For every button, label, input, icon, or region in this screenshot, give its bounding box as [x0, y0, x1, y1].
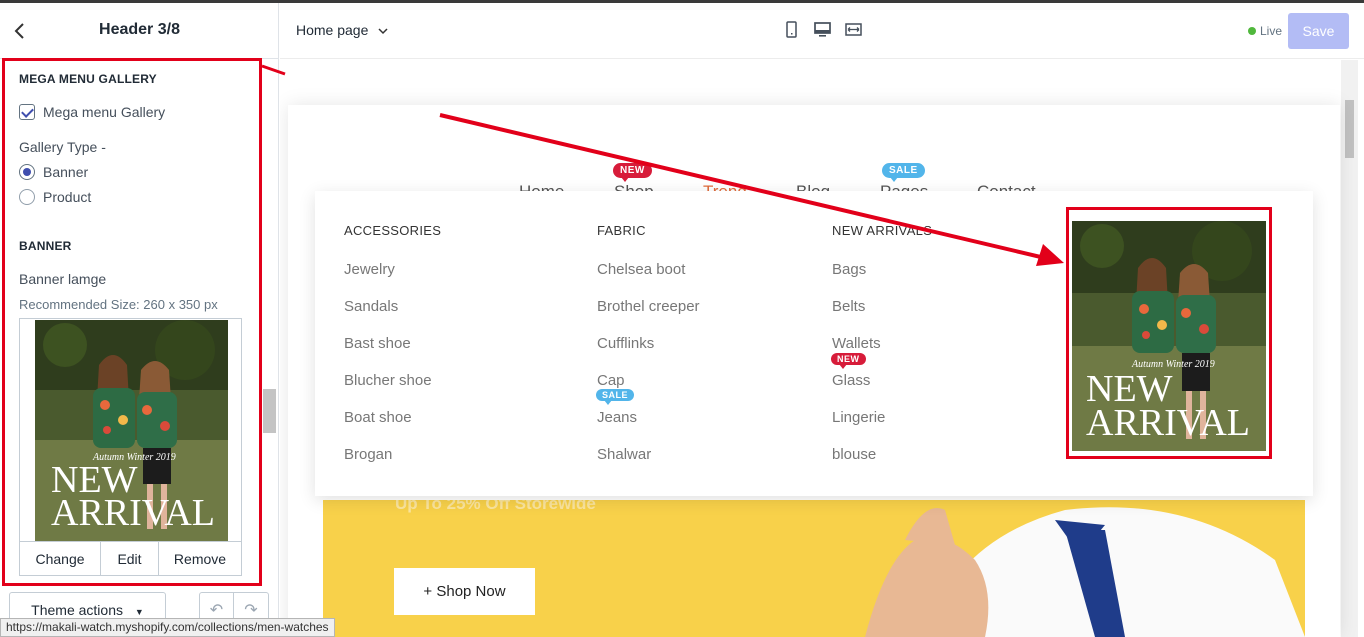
menu-link[interactable]: Jeans	[597, 409, 637, 426]
editor-topbar: Home page Live Save	[280, 3, 1364, 59]
menu-link[interactable]: Brothel creeper	[597, 298, 700, 315]
sidebar-scrollbar[interactable]	[263, 389, 276, 433]
live-dot-icon	[1248, 27, 1256, 35]
nav-badge-sale: SALE	[882, 163, 925, 182]
menu-link[interactable]: Glass	[832, 372, 870, 389]
fullwidth-icon[interactable]	[845, 21, 862, 38]
page-select[interactable]: Home page	[296, 22, 388, 38]
menu-link[interactable]: Bast shoe	[344, 335, 411, 352]
shop-now-button[interactable]: + Shop Now	[394, 568, 535, 615]
preview-scroll-thumb[interactable]	[1345, 100, 1354, 158]
menu-link[interactable]: blouse	[832, 446, 876, 463]
save-button[interactable]: Save	[1288, 13, 1349, 49]
nav-badge-new: NEW	[613, 163, 652, 182]
menu-link[interactable]: Brogan	[344, 446, 392, 463]
menu-link[interactable]: Blucher shoe	[344, 372, 432, 389]
hero-tagline: Up To 25% Off Storewide	[395, 500, 596, 513]
page-select-label: Home page	[296, 22, 369, 38]
menu-link[interactable]: Lingerie	[832, 409, 885, 426]
menu-link[interactable]: Bags	[832, 261, 866, 278]
col-heading-accessories: ACCESSORIES	[344, 223, 442, 238]
theme-actions-label: Theme actions	[31, 602, 123, 618]
hero-model-image	[865, 507, 1305, 637]
device-switcher	[783, 21, 862, 38]
hero-banner: Up To 25% Off Storewide + Shop Now	[323, 500, 1305, 637]
mobile-icon[interactable]	[783, 21, 800, 38]
highlight-frame-settings	[2, 58, 262, 586]
sidebar-header: Header 3/8	[0, 3, 279, 59]
col-heading-new-arrivals: NEW ARRIVALS	[832, 223, 933, 238]
sidebar-title: Header 3/8	[99, 21, 180, 38]
menu-link[interactable]: Belts	[832, 298, 865, 315]
menu-link[interactable]: Chelsea boot	[597, 261, 685, 278]
desktop-icon[interactable]	[814, 21, 831, 38]
col-heading-fabric: FABRIC	[597, 223, 646, 238]
caret-down-icon: ▼	[134, 607, 144, 617]
menu-link[interactable]: Sandals	[344, 298, 398, 315]
preview-scrollbar[interactable]	[1341, 60, 1358, 637]
item-badge-new: NEW	[831, 353, 866, 369]
menu-link[interactable]: Jewelry	[344, 261, 395, 278]
theme-editor: Header 3/8 MEGA MENU GALLERY Mega menu G…	[0, 0, 1364, 637]
live-status: Live	[1248, 24, 1282, 38]
menu-link[interactable]: Shalwar	[597, 446, 651, 463]
menu-link[interactable]: Cap	[597, 372, 625, 389]
menu-link[interactable]: Wallets	[832, 335, 881, 352]
menu-link[interactable]: Cufflinks	[597, 335, 654, 352]
status-bar-url: https://makali-watch.myshopify.com/colle…	[0, 618, 335, 637]
menu-link[interactable]: Boat shoe	[344, 409, 412, 426]
item-badge-sale: SALE	[596, 389, 635, 405]
chevron-down-icon	[378, 22, 388, 38]
highlight-frame-banner	[1066, 207, 1272, 459]
live-label: Live	[1260, 24, 1283, 38]
